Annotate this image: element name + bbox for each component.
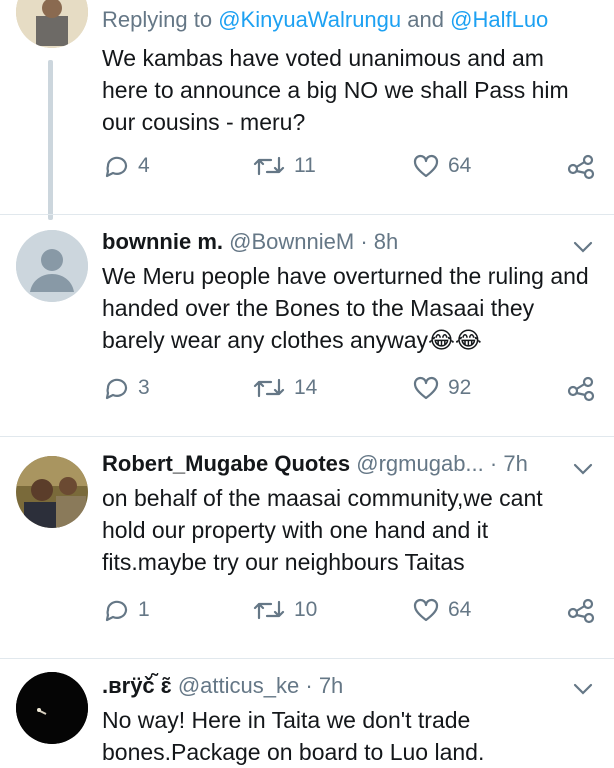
chevron-down-icon[interactable] — [572, 678, 594, 700]
tweet-header: Robert_Mugabe Quotes @rgmugab... · 7h — [102, 451, 528, 476]
share-button[interactable] — [566, 370, 596, 406]
tweet-2[interactable]: bownnie m. @BownnieM · 8h We Meru people… — [0, 214, 614, 440]
avatar[interactable] — [16, 672, 88, 744]
like-button[interactable]: 92 — [412, 370, 471, 406]
chevron-down-icon[interactable] — [572, 458, 594, 480]
reply-icon — [102, 374, 130, 402]
retweet-icon — [252, 374, 286, 402]
tweet-header: bownnie m. @BownnieM · 8h — [102, 229, 399, 254]
display-name[interactable]: Robert_Mugabe Quotes — [102, 451, 350, 476]
like-button[interactable]: 64 — [412, 592, 471, 628]
like-icon — [412, 596, 440, 624]
like-button[interactable]: 64 — [412, 148, 471, 184]
reply-button[interactable]: 3 — [102, 370, 150, 406]
retweet-button[interactable]: 14 — [252, 370, 317, 406]
share-icon — [566, 596, 596, 624]
reply-icon — [102, 596, 130, 624]
timestamp[interactable]: 8h — [374, 229, 398, 254]
mention-link[interactable]: @HalfLuo — [450, 7, 548, 32]
retweet-count: 14 — [294, 376, 318, 399]
tweet-header: .ʙrÿč ̃ɛ̃ @atticus_ke · 7h — [102, 673, 344, 698]
share-icon — [566, 374, 596, 402]
emoji: 😂😂 — [428, 327, 482, 353]
tweet-4[interactable]: .ʙrÿč ̃ɛ̃ @atticus_ke · 7h No way! Here … — [0, 658, 614, 768]
user-handle[interactable]: @rgmugab... — [356, 451, 484, 476]
tweet-3[interactable]: Robert_Mugabe Quotes @rgmugab... · 7h on… — [0, 436, 614, 660]
reply-button[interactable]: 1 — [102, 592, 150, 628]
thread-line — [48, 60, 53, 220]
share-icon — [566, 152, 596, 180]
retweet-button[interactable]: 10 — [252, 592, 317, 628]
reply-button[interactable]: 4 — [102, 148, 150, 184]
like-count: 64 — [448, 154, 472, 177]
mention-link[interactable]: @KinyuaWalrungu — [218, 7, 401, 32]
tweet-text: No way! Here in Taita we don't trade bon… — [102, 707, 485, 765]
timestamp[interactable]: 7h — [503, 451, 527, 476]
like-count: 64 — [448, 598, 472, 621]
tweet-text: We kambas have voted unanimous and am he… — [102, 45, 569, 135]
replying-to: Replying to @KinyuaWalrungu and @HalfLuo — [102, 7, 549, 32]
retweet-count: 11 — [294, 154, 316, 177]
like-icon — [412, 152, 440, 180]
display-name[interactable]: bownnie m. — [102, 229, 223, 254]
reply-count: 1 — [138, 598, 150, 621]
timestamp[interactable]: 7h — [319, 673, 343, 698]
display-name[interactable]: .ʙrÿč ̃ɛ̃ — [102, 673, 178, 698]
user-handle[interactable]: @BownnieM — [229, 229, 354, 254]
retweet-count: 10 — [294, 598, 318, 621]
tweet-text: We Meru people have overturned the rulin… — [102, 263, 589, 353]
retweet-icon — [252, 596, 286, 624]
retweet-button[interactable]: 11 — [252, 148, 316, 184]
tweet-1[interactable]: Replying to @KinyuaWalrungu and @HalfLuo… — [0, 0, 614, 220]
like-icon — [412, 374, 440, 402]
avatar[interactable] — [16, 456, 88, 528]
share-button[interactable] — [566, 148, 596, 184]
avatar[interactable] — [16, 230, 88, 302]
share-button[interactable] — [566, 592, 596, 628]
reply-count: 4 — [138, 154, 150, 177]
retweet-icon — [252, 152, 286, 180]
reply-count: 3 — [138, 376, 150, 399]
reply-icon — [102, 152, 130, 180]
chevron-down-icon[interactable] — [572, 236, 594, 258]
user-handle[interactable]: @atticus_ke — [178, 673, 299, 698]
like-count: 92 — [448, 376, 472, 399]
avatar[interactable] — [16, 0, 88, 48]
tweet-text: on behalf of the maasai community,we can… — [102, 485, 543, 575]
